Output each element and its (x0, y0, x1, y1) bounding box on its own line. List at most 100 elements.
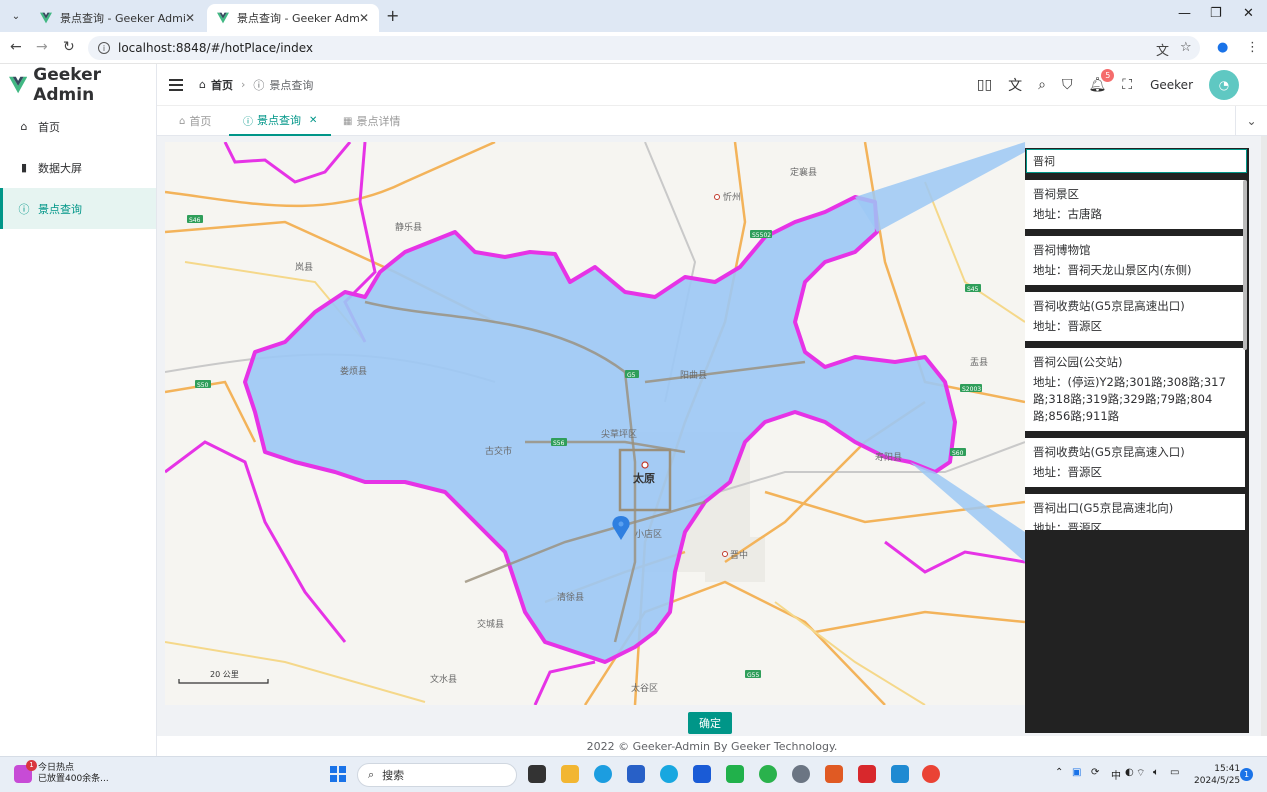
back-icon[interactable]: ← (10, 39, 22, 55)
language-icon[interactable]: 文 (1008, 75, 1022, 95)
result-address: 地址：(停运)Y2路;301路;308路;317路;318路;319路;329路… (1033, 375, 1226, 423)
chat-app-icon[interactable] (726, 765, 744, 783)
bookmark-star-icon[interactable]: ☆ (1180, 40, 1192, 55)
search-result-item[interactable]: 晋祠公园(公交站) 地址：(停运)Y2路;301路;308路;317路;318路… (1025, 348, 1245, 431)
avatar[interactable]: ◔ (1209, 70, 1239, 100)
url-text: localhost:8848/#/hotPlace/index (118, 41, 314, 55)
settings-icon[interactable] (792, 765, 810, 783)
tab-home[interactable]: ⌂ 首页 (179, 106, 211, 136)
restore-icon[interactable]: ❐ (1210, 6, 1222, 21)
tab-hot-place[interactable]: ⓘ 景点查询 ✕ (229, 106, 332, 136)
profile-icon[interactable]: ● (1217, 40, 1228, 55)
forward-icon[interactable]: → (36, 39, 48, 55)
edge-icon[interactable] (594, 765, 612, 783)
dingtalk-icon[interactable] (693, 765, 711, 783)
url-field[interactable]: i localhost:8848/#/hotPlace/index (88, 36, 1200, 60)
city-marker-icon (641, 461, 649, 469)
vue-favicon-icon (40, 12, 52, 24)
tab-label: 景点查询 (257, 114, 301, 127)
breadcrumb-current: 景点查询 (269, 78, 314, 92)
notification-count-badge[interactable]: 1 (1240, 768, 1253, 781)
tab-hot-place-detail[interactable]: ▦ 景点详情 (343, 106, 400, 136)
home-icon: ⌂ (20, 120, 28, 133)
map-label-yangqu: 阳曲县 (680, 370, 707, 381)
battery-icon[interactable]: ▭ (1170, 767, 1179, 778)
menu-collapse-icon[interactable] (169, 78, 183, 91)
sidebar-item-label: 景点查询 (38, 202, 82, 216)
tray-app-icon[interactable]: ▣ (1072, 767, 1081, 778)
page-scrollbar[interactable] (1261, 136, 1267, 736)
task-view-icon[interactable] (528, 765, 546, 783)
browser-tab-title: 景点查询 - Geeker Admin (60, 12, 185, 25)
store-icon[interactable] (627, 765, 645, 783)
wps-icon[interactable] (858, 765, 876, 783)
reload-icon[interactable]: ↻ (63, 39, 75, 55)
map-label-qingxu: 清徐县 (557, 591, 584, 603)
map-label-shouyang: 寿阳县 (875, 451, 902, 463)
map-label-xiaodian: 小店区 (635, 528, 662, 540)
confirm-button[interactable]: 确定 (688, 712, 732, 734)
road-shield-label: S2003 (962, 386, 981, 393)
volume-icon[interactable]: 🔈︎ (1153, 767, 1159, 778)
clock[interactable]: 15:41 2024/5/25 (1194, 763, 1240, 787)
map-canvas: 忻州 定襄县 静乐县 岚县 娄烦县 阳曲县 尖草坪区 古交市 小店区 清徐县 交… (165, 142, 1025, 705)
ime-indicator[interactable]: 中 (1111, 767, 1121, 782)
browser-menu-icon[interactable]: ⋮ (1246, 40, 1259, 55)
minimize-icon[interactable]: — (1178, 6, 1191, 21)
ime-mode-icon[interactable]: ◐ (1125, 767, 1134, 778)
translate-icon[interactable]: 文 (1156, 40, 1169, 59)
windows-start-icon[interactable] (330, 766, 346, 782)
search-result-item[interactable]: 晋祠收费站(G5京昆高速出口) 地址：晋源区 (1025, 292, 1245, 341)
vue-favicon-icon (217, 12, 229, 24)
close-icon[interactable]: ✕ (309, 115, 317, 126)
breadcrumb-home[interactable]: 首页 (211, 77, 233, 93)
site-info-icon[interactable]: i (98, 42, 110, 54)
results-scrollbar[interactable] (1243, 180, 1247, 350)
road-shield-label: S46 (189, 217, 201, 224)
chevron-up-icon[interactable]: ⌃ (1055, 767, 1063, 778)
wifi-icon[interactable]: ⌔ (1136, 767, 1145, 780)
sidebar-item-home[interactable]: ⌂ 首页 (0, 106, 156, 147)
logo[interactable]: Geeker Admin (0, 64, 156, 106)
app-header: ⌂ 首页 › ⓘ 景点查询 ▯▯ 文 ⌕ ⛉ 🔔︎ 5 ⛶ Geeker ◔ (157, 64, 1267, 106)
matlab-icon[interactable] (825, 765, 843, 783)
file-explorer-icon[interactable] (561, 765, 579, 783)
map-view[interactable]: 忻州 定襄县 静乐县 岚县 娄烦县 阳曲县 尖草坪区 古交市 小店区 清徐县 交… (165, 142, 1025, 705)
bell-icon[interactable]: 🔔︎ 5 (1089, 69, 1115, 93)
browser-tab-1[interactable]: 景点查询 - Geeker Admin ✕ (30, 4, 205, 32)
info-icon: ⓘ (253, 78, 265, 92)
place-search-input[interactable] (1026, 149, 1247, 173)
search-result-item[interactable]: 晋祠景区 地址：古唐路 (1025, 180, 1245, 229)
username[interactable]: Geeker (1150, 78, 1193, 92)
window-close-icon[interactable]: ✕ (1243, 6, 1254, 21)
result-address: 地址：晋源区 (1033, 319, 1102, 333)
chevron-down-icon[interactable]: ⌄ (1235, 106, 1267, 136)
fullscreen-icon[interactable]: ⛶ (1122, 77, 1132, 93)
tab-search-button[interactable]: ⌄ (6, 6, 26, 26)
new-tab-icon[interactable]: + (386, 6, 399, 25)
layout-icon[interactable]: ▯▯ (977, 77, 992, 93)
address-bar: ← → ↻ i localhost:8848/#/hotPlace/index … (0, 32, 1267, 64)
search-result-item[interactable]: 晋祠收费站(G5京昆高速入口) 地址：晋源区 (1025, 438, 1245, 487)
map-label-jingle: 静乐县 (395, 221, 422, 233)
browser-tab-2[interactable]: 景点查询 - Geeker Admin ✕ (207, 4, 379, 32)
search-result-item[interactable]: 晋祠博物馆 地址：晋祠天龙山景区内(东侧) (1025, 236, 1245, 285)
result-name: 晋祠收费站(G5京昆高速入口) (1033, 445, 1185, 459)
theme-icon[interactable]: ⛉ (1062, 77, 1073, 93)
taskbar-search[interactable]: ⌕ 搜索 (357, 763, 517, 787)
news-widget[interactable]: 1 今日热点 已放置400余条... (14, 760, 109, 785)
search-result-item[interactable]: 晋祠出口(G5京昆高速北向) 地址：晋源区 (1025, 494, 1245, 530)
breadcrumb: ⌂ 首页 › ⓘ 景点查询 (199, 77, 313, 93)
vscode-icon[interactable] (891, 765, 909, 783)
wechat-icon[interactable] (759, 765, 777, 783)
search-icon[interactable]: ⌕ (1038, 77, 1046, 93)
close-icon[interactable]: ✕ (359, 11, 369, 25)
tab-label: 首页 (189, 115, 212, 128)
close-icon[interactable]: ✕ (185, 11, 195, 25)
map-label-yu: 盂县 (970, 357, 988, 368)
sidebar-item-data-screen[interactable]: ▮ 数据大屏 (0, 147, 156, 188)
tray-sync-icon[interactable]: ⟳ (1091, 767, 1099, 778)
sidebar-item-hot-place[interactable]: ⓘ 景点查询 (0, 188, 156, 229)
chrome-icon[interactable] (922, 765, 940, 783)
browser-app-icon[interactable] (660, 765, 678, 783)
